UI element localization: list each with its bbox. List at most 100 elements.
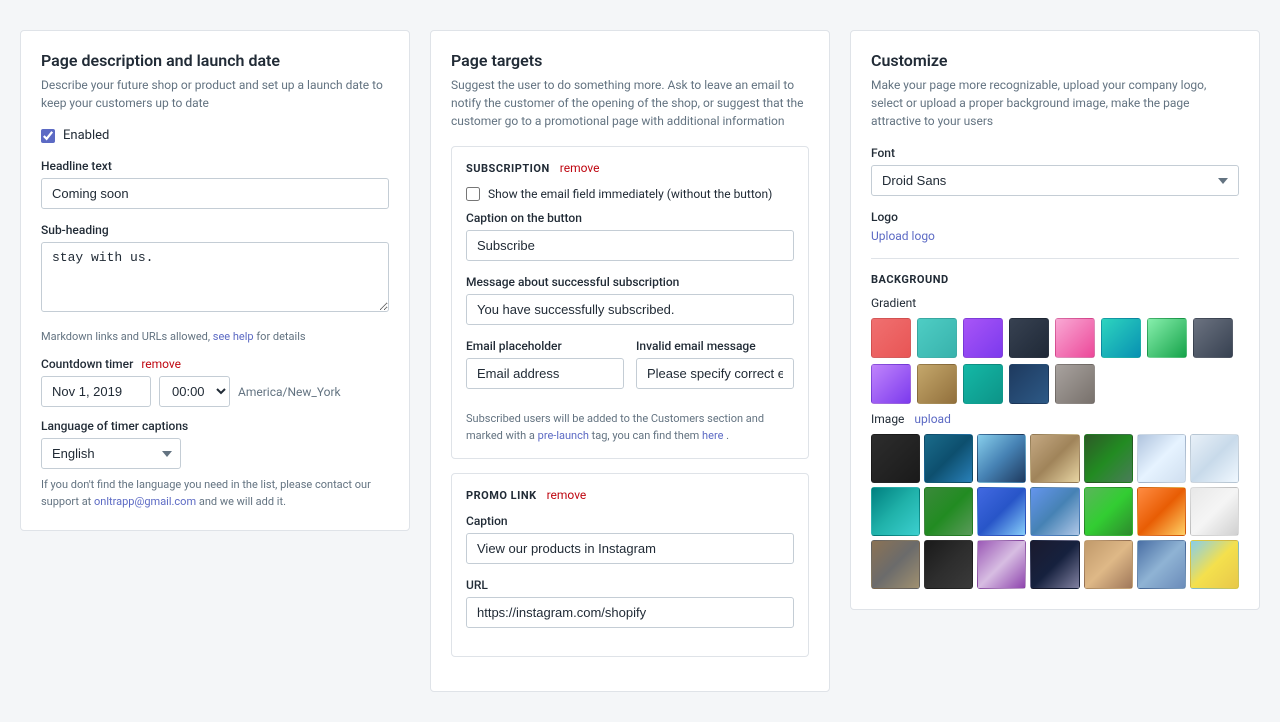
middle-title: Page targets	[451, 51, 809, 70]
remove-countdown-link[interactable]: remove	[141, 357, 181, 371]
gradient-swatch-3[interactable]	[963, 318, 1003, 358]
image-thumb-15[interactable]	[871, 540, 920, 589]
upload-logo-link[interactable]: Upload logo	[871, 229, 935, 243]
font-group: Font Droid Sans	[871, 146, 1239, 196]
image-thumb-20[interactable]	[1137, 540, 1186, 589]
image-thumb-12[interactable]	[1084, 487, 1133, 536]
logo-section: Logo Upload logo	[871, 210, 1239, 244]
here-link[interactable]: here	[702, 429, 723, 442]
gradient-swatch-7[interactable]	[1147, 318, 1187, 358]
image-thumb-10[interactable]	[977, 487, 1026, 536]
image-thumb-13[interactable]	[1137, 487, 1186, 536]
promo-header: PROMO LINK remove	[466, 488, 794, 502]
promo-url-label: URL	[466, 578, 794, 592]
divider	[871, 258, 1239, 259]
timezone-text: America/New_York	[238, 385, 341, 399]
upload-image-link[interactable]: upload	[914, 412, 950, 426]
support-email-link[interactable]: onltrapp@gmail.com	[94, 495, 196, 508]
caption-input[interactable]	[466, 230, 794, 261]
enabled-checkbox[interactable]	[41, 129, 55, 143]
image-thumb-4[interactable]	[1030, 434, 1079, 483]
email-fields-row: Email placeholder Invalid email message	[466, 339, 794, 403]
image-thumb-5[interactable]	[1084, 434, 1133, 483]
left-panel: Page description and launch date Describ…	[20, 30, 410, 531]
gradient-swatch-5[interactable]	[1055, 318, 1095, 358]
gradient-swatch-2[interactable]	[917, 318, 957, 358]
promo-caption-input[interactable]	[466, 533, 794, 564]
image-thumb-19[interactable]	[1084, 540, 1133, 589]
image-thumb-1[interactable]	[871, 434, 920, 483]
font-select[interactable]: Droid Sans	[871, 165, 1239, 196]
image-thumb-6[interactable]	[1137, 434, 1186, 483]
gradient-row	[871, 318, 1239, 404]
left-desc: Describe your future shop or product and…	[41, 76, 389, 112]
image-thumb-8[interactable]	[871, 487, 920, 536]
headline-label: Headline text	[41, 159, 389, 173]
image-thumb-18[interactable]	[1030, 540, 1079, 589]
invalid-email-label: Invalid email message	[636, 339, 794, 353]
success-msg-group: Message about successful subscription	[466, 275, 794, 325]
show-email-row: Show the email field immediately (withou…	[466, 187, 794, 201]
right-panel: Customize Make your page more recognizab…	[850, 30, 1260, 610]
image-thumb-11[interactable]	[1030, 487, 1079, 536]
gradient-label: Gradient	[871, 296, 1239, 310]
time-select[interactable]: 00:00	[159, 376, 230, 407]
image-label: Image	[871, 412, 904, 426]
promo-url-input[interactable]	[466, 597, 794, 628]
show-email-checkbox[interactable]	[466, 187, 480, 201]
email-placeholder-label: Email placeholder	[466, 339, 624, 353]
gradient-swatch-6[interactable]	[1101, 318, 1141, 358]
font-label: Font	[871, 146, 1239, 160]
gradient-swatch-11[interactable]	[963, 364, 1003, 404]
see-help-link[interactable]: see help	[213, 330, 254, 343]
promo-url-group: URL	[466, 578, 794, 628]
pre-launch-link[interactable]: pre-launch	[538, 429, 589, 442]
image-grid	[871, 434, 1239, 589]
promo-remove-link[interactable]: remove	[547, 488, 587, 502]
image-thumb-17[interactable]	[977, 540, 1026, 589]
gradient-swatch-10[interactable]	[917, 364, 957, 404]
email-placeholder-group: Email placeholder	[466, 339, 624, 389]
promo-title: PROMO LINK	[466, 489, 537, 502]
email-placeholder-input[interactable]	[466, 358, 624, 389]
gradient-swatch-13[interactable]	[1055, 364, 1095, 404]
gradient-swatch-12[interactable]	[1009, 364, 1049, 404]
promo-section: PROMO LINK remove Caption URL	[451, 473, 809, 657]
middle-desc: Suggest the user to do something more. A…	[451, 76, 809, 130]
date-input[interactable]	[41, 376, 151, 407]
enabled-row: Enabled	[41, 128, 389, 143]
enabled-label: Enabled	[63, 128, 109, 143]
lang-select[interactable]: English	[41, 438, 181, 469]
subscription-title: SUBSCRIPTION	[466, 162, 550, 175]
show-email-label: Show the email field immediately (withou…	[488, 187, 772, 201]
image-thumb-9[interactable]	[924, 487, 973, 536]
image-thumb-2[interactable]	[924, 434, 973, 483]
subscription-remove-link[interactable]: remove	[560, 161, 600, 175]
image-thumb-7[interactable]	[1190, 434, 1239, 483]
gradient-swatch-1[interactable]	[871, 318, 911, 358]
invalid-email-input[interactable]	[636, 358, 794, 389]
success-msg-input[interactable]	[466, 294, 794, 325]
right-desc: Make your page more recognizable, upload…	[871, 76, 1239, 130]
subheading-input[interactable]: stay with us.	[41, 242, 389, 312]
page-layout: Page description and launch date Describ…	[0, 0, 1280, 722]
image-thumb-21[interactable]	[1190, 540, 1239, 589]
gradient-swatch-4[interactable]	[1009, 318, 1049, 358]
markdown-note: Markdown links and URLs allowed, see hel…	[41, 330, 389, 343]
gradient-swatch-9[interactable]	[871, 364, 911, 404]
promo-caption-group: Caption	[466, 514, 794, 564]
caption-label: Caption on the button	[466, 211, 794, 225]
logo-label: Logo	[871, 210, 1239, 224]
gradient-swatch-8[interactable]	[1193, 318, 1233, 358]
background-title: BACKGROUND	[871, 273, 1239, 286]
image-thumb-14[interactable]	[1190, 487, 1239, 536]
subheading-label: Sub-heading	[41, 223, 389, 237]
image-thumb-16[interactable]	[924, 540, 973, 589]
headline-input[interactable]	[41, 178, 389, 209]
headline-group: Headline text	[41, 159, 389, 209]
success-msg-label: Message about successful subscription	[466, 275, 794, 289]
subscription-header: SUBSCRIPTION remove	[466, 161, 794, 175]
subscription-section: SUBSCRIPTION remove Show the email field…	[451, 146, 809, 459]
image-thumb-3[interactable]	[977, 434, 1026, 483]
support-note: If you don't find the language you need …	[41, 477, 389, 510]
